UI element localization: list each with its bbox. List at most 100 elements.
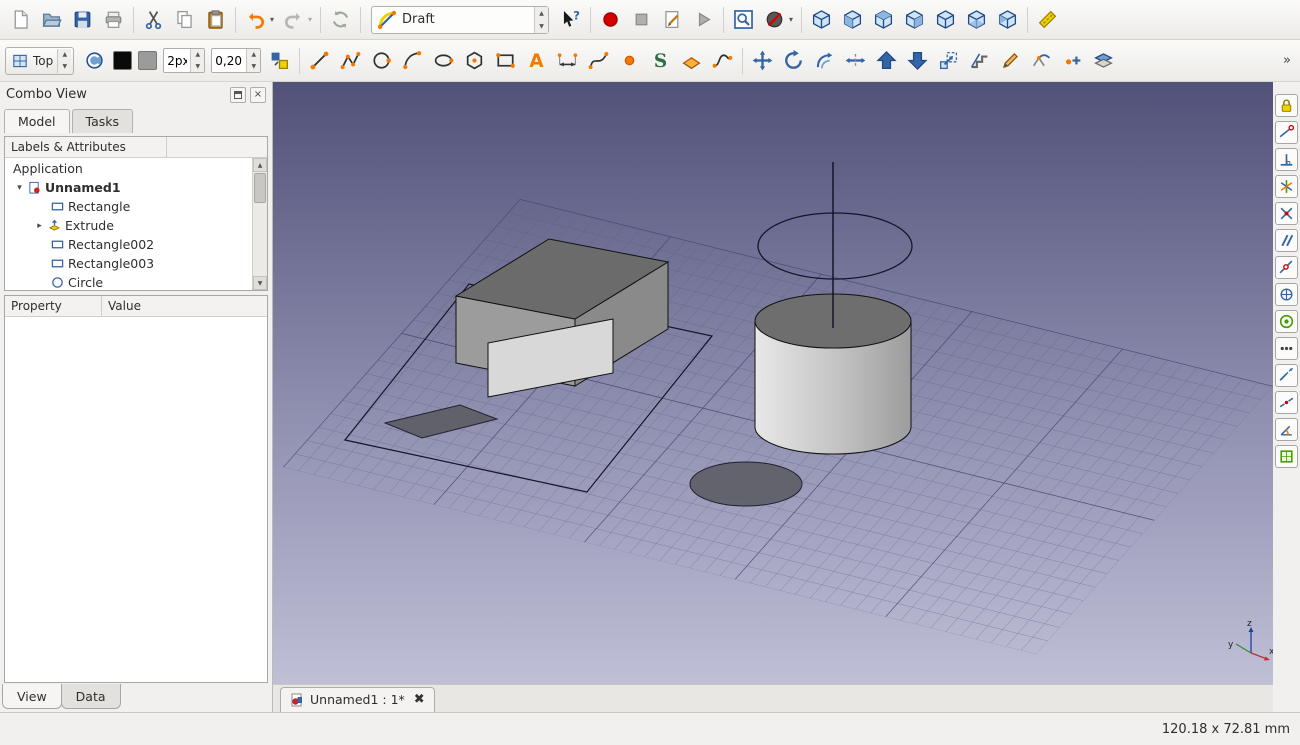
open-document-button[interactable]: [36, 4, 67, 35]
scale-input[interactable]: [212, 49, 246, 72]
spin-up-icon[interactable]: ▲: [191, 49, 204, 61]
face-color-swatch[interactable]: [138, 51, 157, 70]
draft-circle-button[interactable]: [366, 45, 397, 76]
draft-rotate-button[interactable]: [778, 45, 809, 76]
scale-spinbox[interactable]: ▲▼: [211, 48, 261, 73]
draft-add-point-button[interactable]: [1057, 45, 1088, 76]
draft-trimex-button[interactable]: [840, 45, 871, 76]
draft-wire-button[interactable]: [335, 45, 366, 76]
refresh-button[interactable]: [325, 4, 356, 35]
snap-near-button[interactable]: [1275, 256, 1298, 279]
snap-parallel-button[interactable]: [1275, 229, 1298, 252]
copy-button[interactable]: [169, 4, 200, 35]
view-axonometric-button[interactable]: [806, 4, 837, 35]
toolbar-overflow-chevron[interactable]: »: [1279, 53, 1295, 68]
snap-dimensions-button[interactable]: [1275, 337, 1298, 360]
value-column-header[interactable]: Value: [102, 296, 267, 316]
snap-special-button[interactable]: [1275, 175, 1298, 198]
draft-shapestring-button[interactable]: S: [645, 45, 676, 76]
line-width-spin-arrows[interactable]: ▲▼: [190, 49, 204, 72]
float-panel-button[interactable]: [230, 87, 246, 103]
draft-downgrade-button[interactable]: [902, 45, 933, 76]
draft-layers-button[interactable]: [1088, 45, 1119, 76]
draft-bspline-button[interactable]: [583, 45, 614, 76]
document-tab[interactable]: Unnamed1 : 1* ✖: [280, 687, 435, 712]
draft-facebinder-button[interactable]: [676, 45, 707, 76]
snap-extension-button[interactable]: [1275, 364, 1298, 387]
draft-arc-button[interactable]: [397, 45, 428, 76]
draft-scale-button[interactable]: [933, 45, 964, 76]
draft-offset-button[interactable]: [809, 45, 840, 76]
3d-viewport[interactable]: z y x: [273, 82, 1273, 684]
draft-upgrade-button[interactable]: [871, 45, 902, 76]
view-bottom-button[interactable]: [961, 4, 992, 35]
draft-line-button[interactable]: [304, 45, 335, 76]
draft-move-button[interactable]: [747, 45, 778, 76]
tab-tasks[interactable]: Tasks: [72, 109, 134, 133]
cut-button[interactable]: [138, 4, 169, 35]
snap-angle-button[interactable]: [1275, 418, 1298, 441]
snap-ortho-button[interactable]: [1275, 283, 1298, 306]
measure-distance-button[interactable]: [1032, 4, 1063, 35]
draft-bezier-button[interactable]: [707, 45, 738, 76]
snap-center-button[interactable]: [1275, 310, 1298, 333]
draft-text-button[interactable]: A: [521, 45, 552, 76]
snap-midpoint-button[interactable]: [1275, 391, 1298, 414]
expander-open-icon[interactable]: ▾: [15, 183, 24, 193]
macro-play-button[interactable]: [688, 4, 719, 35]
draft-dimension-button[interactable]: [552, 45, 583, 76]
snap-working-plane-button[interactable]: [1275, 445, 1298, 468]
view-front-button[interactable]: [837, 4, 868, 35]
view-right-button[interactable]: [899, 4, 930, 35]
tree-item-document[interactable]: ▾ Unnamed1: [5, 178, 252, 197]
workbench-spin-arrows[interactable]: ▲▼: [534, 7, 548, 33]
zoom-fit-button[interactable]: [728, 4, 759, 35]
tab-model[interactable]: Model: [4, 109, 70, 133]
workbench-selector[interactable]: Draft ▲▼: [371, 6, 549, 34]
draft-point-button[interactable]: [614, 45, 645, 76]
tree-scrollbar[interactable]: ▲ ▼: [252, 158, 267, 290]
macro-stop-button[interactable]: [626, 4, 657, 35]
line-width-input[interactable]: [164, 49, 190, 72]
save-document-button[interactable]: [67, 4, 98, 35]
close-tab-icon[interactable]: ✖: [414, 692, 425, 707]
redo-dropdown-caret-icon[interactable]: ▾: [305, 15, 315, 24]
spin-down-icon[interactable]: ▼: [535, 20, 548, 33]
view-rear-button[interactable]: [930, 4, 961, 35]
spin-up-icon[interactable]: ▲: [58, 49, 71, 61]
tree-item-rectangle003[interactable]: Rectangle003: [5, 254, 252, 273]
spin-up-icon[interactable]: ▲: [535, 7, 548, 20]
tab-data[interactable]: Data: [61, 684, 121, 709]
tree-item-rectangle[interactable]: Rectangle: [5, 197, 252, 216]
expander-closed-icon[interactable]: ▸: [35, 221, 44, 231]
apply-style-button[interactable]: [264, 45, 295, 76]
scroll-up-icon[interactable]: ▲: [253, 158, 267, 172]
close-panel-button[interactable]: ×: [250, 87, 266, 103]
new-document-button[interactable]: [5, 4, 36, 35]
plane-spin-arrows[interactable]: ▲▼: [57, 49, 71, 73]
view-top-button[interactable]: [868, 4, 899, 35]
draft-ellipse-button[interactable]: [428, 45, 459, 76]
spin-down-icon[interactable]: ▼: [247, 61, 260, 73]
view-left-button[interactable]: [992, 4, 1023, 35]
draft-wire-to-bspline-button[interactable]: [1026, 45, 1057, 76]
scrollbar-thumb[interactable]: [254, 173, 266, 203]
snap-lock-button[interactable]: [1275, 94, 1298, 117]
property-column-header[interactable]: Property: [5, 296, 102, 316]
snap-perpendicular-button[interactable]: [1275, 148, 1298, 171]
spin-up-icon[interactable]: ▲: [247, 49, 260, 61]
tab-view[interactable]: View: [2, 684, 62, 709]
snap-intersection-button[interactable]: [1275, 202, 1298, 225]
line-width-spinbox[interactable]: ▲▼: [163, 48, 205, 73]
spin-down-icon[interactable]: ▼: [191, 61, 204, 73]
circle-face[interactable]: [690, 462, 802, 506]
construction-mode-button[interactable]: [79, 45, 110, 76]
macro-edit-button[interactable]: [657, 4, 688, 35]
draw-style-dropdown-caret-icon[interactable]: ▾: [786, 15, 796, 24]
print-button[interactable]: [98, 4, 129, 35]
paste-button[interactable]: [200, 4, 231, 35]
tree-item-application[interactable]: Application: [5, 159, 252, 178]
scale-spin-arrows[interactable]: ▲▼: [246, 49, 260, 72]
working-plane-button[interactable]: Top ▲▼: [5, 47, 74, 75]
draft-rectangle-button[interactable]: [490, 45, 521, 76]
